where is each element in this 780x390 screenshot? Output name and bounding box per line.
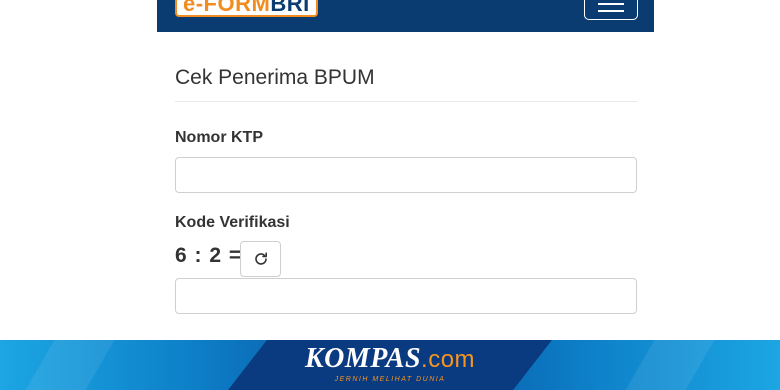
title-divider xyxy=(175,101,637,102)
logo-text: e-FORMBRI xyxy=(183,0,310,15)
page-title: Cek Penerima BPUM xyxy=(175,66,375,89)
kompas-tagline: JERNIH MELIHAT DUNIA xyxy=(334,376,446,383)
ktp-input[interactable] xyxy=(175,157,637,193)
verification-code-input[interactable] xyxy=(175,278,637,314)
hamburger-icon-bar xyxy=(598,10,624,12)
logo-prefix: e-FORM xyxy=(183,0,271,16)
ktp-label: Nomor KTP xyxy=(175,129,263,146)
refresh-icon xyxy=(254,252,267,265)
kompas-suffix: .com xyxy=(421,346,476,373)
refresh-captcha-button[interactable] xyxy=(240,241,281,277)
kompas-banner: KOMPAS.com JERNIH MELIHAT DUNIA xyxy=(0,340,780,390)
hamburger-icon xyxy=(598,3,624,5)
kompas-brand: KOMPAS xyxy=(304,343,422,374)
hamburger-menu-button[interactable] xyxy=(584,0,638,20)
eform-bri-logo[interactable]: e-FORMBRI xyxy=(175,0,318,17)
top-navbar: e-FORMBRI xyxy=(157,0,654,32)
captcha-question: 6 : 2 = xyxy=(175,244,243,267)
logo-brand: BRI xyxy=(270,0,310,16)
verification-label: Kode Verifikasi xyxy=(175,214,290,231)
kompas-logo[interactable]: KOMPAS.com xyxy=(0,343,780,375)
